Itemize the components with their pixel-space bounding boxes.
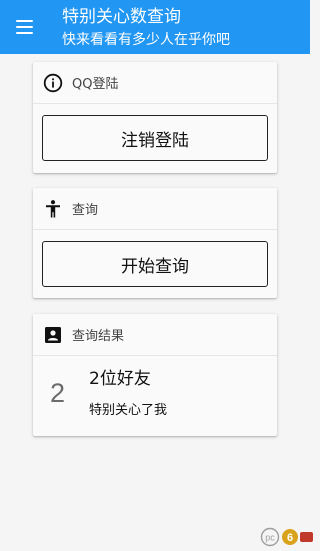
result-card-header: 查询结果 [33, 314, 277, 356]
menu-icon[interactable] [10, 13, 38, 41]
start-query-button[interactable]: 开始查询 [42, 241, 268, 287]
result-count: 2 [50, 378, 66, 408]
login-card-header: QQ登陆 [33, 62, 277, 104]
query-card-header: 查询 [33, 188, 277, 230]
result-card: 查询结果 2 2位好友 特别关心了我 [33, 314, 277, 436]
result-card-title: 查询结果 [72, 329, 125, 344]
svg-text:pc: pc [265, 533, 275, 543]
page-subtitle: 快来看看有多少人在乎你吧 [62, 32, 230, 48]
info-icon [43, 73, 63, 93]
svg-text:6: 6 [287, 532, 293, 544]
person-icon [43, 199, 63, 219]
contact-card-icon [43, 325, 63, 345]
logout-button[interactable]: 注销登陆 [42, 115, 268, 161]
page-title: 特别关心数查询 [62, 7, 181, 27]
result-note-text: 特别关心了我 [89, 403, 168, 418]
result-friends-text: 2位好友 [89, 369, 151, 389]
login-card-title: QQ登陆 [72, 77, 119, 92]
app-bar: 特别关心数查询 快来看看有多少人在乎你吧 [0, 0, 310, 54]
pc6-logo-icon: pc 6 [260, 527, 314, 547]
query-card: 查询 开始查询 [33, 188, 277, 298]
query-card-title: 查询 [72, 203, 99, 218]
login-card: QQ登陆 注销登陆 [33, 62, 277, 173]
